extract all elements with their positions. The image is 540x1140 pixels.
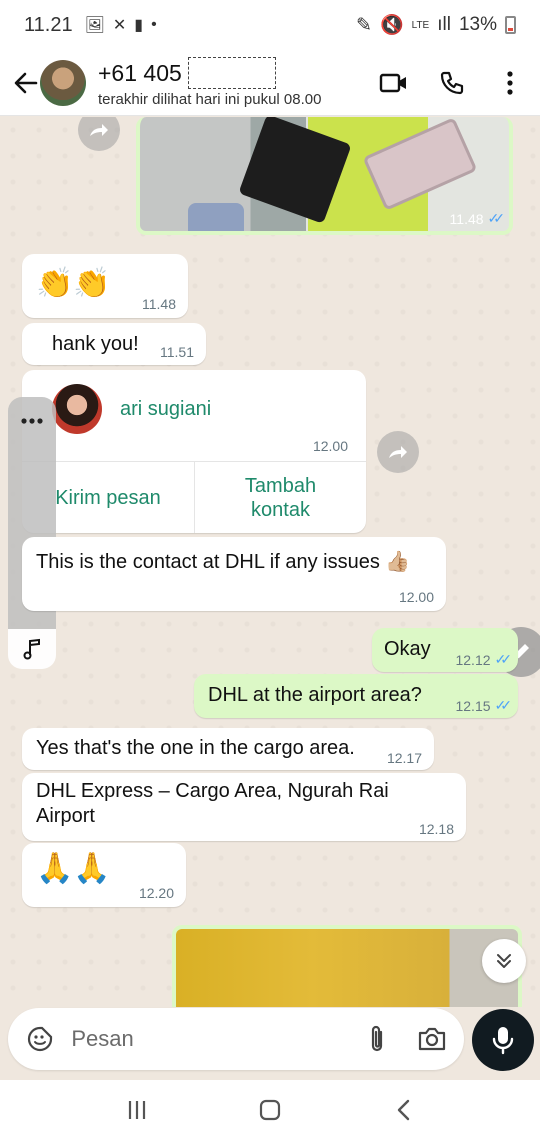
- message-time: 11.48: [142, 296, 176, 312]
- message-text: DHL at the airport area?: [208, 684, 422, 706]
- gallery-icon: 🖼: [84, 17, 105, 34]
- message-time: 11.48: [449, 210, 484, 227]
- message-bubble[interactable]: DHL at the airport area? 12.15 ✓✓: [194, 674, 518, 718]
- contact-name: +61 405: [98, 59, 182, 86]
- mic-icon[interactable]: [472, 1009, 534, 1071]
- avatar[interactable]: [40, 59, 86, 106]
- signal-icon: ıll: [437, 14, 451, 35]
- message-bubble[interactable]: 👏👏 11.48: [22, 254, 188, 318]
- read-ticks-icon: ✓✓: [494, 651, 513, 667]
- message-input-bar: [8, 1008, 464, 1070]
- message-meta: 12.20: [139, 885, 174, 901]
- message-text: Okay: [384, 638, 431, 660]
- message-text: This is the contact at DHL if any issues…: [36, 551, 411, 573]
- message-input[interactable]: [71, 1026, 360, 1052]
- camera-icon[interactable]: [415, 1021, 450, 1057]
- status-bar: 11.21 🖼 ✕ ▮ • ✎ 🔇 LTE ıll 13%: [0, 0, 540, 50]
- message-time: 12.20: [138, 885, 174, 901]
- more-options-icon[interactable]: [8, 397, 56, 427]
- message-time: 12.12: [455, 651, 491, 668]
- message-text: 🙏🙏: [36, 852, 111, 885]
- message-text: hank you!: [52, 333, 139, 355]
- message-bubble[interactable]: Yes that's the one in the cargo area. 12…: [22, 728, 434, 770]
- chat-area[interactable]: 11.48 ✓✓ 👏👏 11.48 hank you! 11.51 ari su…: [0, 117, 540, 1007]
- message-image[interactable]: 11.48 ✓✓: [136, 117, 513, 235]
- forward-icon[interactable]: [78, 117, 120, 151]
- message-meta: 11.48 ✓✓: [449, 210, 506, 227]
- mute-icon: 🔇: [379, 15, 404, 36]
- recent-apps-icon[interactable]: [113, 1086, 161, 1134]
- back-icon[interactable]: [379, 1086, 427, 1134]
- chat-header: +61 405 terakhir dilihat hari ini pukul …: [0, 50, 540, 116]
- message-meta: 12.00: [399, 589, 434, 605]
- sim-alert-icon: ▮: [134, 17, 144, 34]
- scroll-down-icon[interactable]: [482, 939, 526, 983]
- message-time: 12.00: [398, 589, 434, 605]
- message-time: 12.15: [455, 697, 491, 714]
- status-time: 11.21: [24, 13, 73, 36]
- video-call-icon[interactable]: [372, 61, 416, 105]
- attach-icon[interactable]: [359, 1021, 394, 1057]
- message-image[interactable]: [172, 925, 522, 1007]
- message-meta: 11.48: [142, 296, 176, 312]
- music-note-icon[interactable]: [8, 629, 56, 669]
- message-time: 12.17: [386, 750, 422, 766]
- contact-info[interactable]: +61 405 terakhir dilihat hari ini pukul …: [98, 57, 372, 108]
- message-bubble[interactable]: hank you! 11.51: [22, 323, 206, 365]
- read-ticks-icon: ✓✓: [487, 210, 506, 226]
- more-options-icon[interactable]: [488, 61, 532, 105]
- message-meta: 12.18: [419, 821, 454, 837]
- message-text: Yes that's the one in the cargo area.: [36, 737, 355, 759]
- message-text: 👏👏: [36, 267, 111, 300]
- phone-call-icon[interactable]: [430, 61, 474, 105]
- message-bubble[interactable]: Okay 12.12 ✓✓: [372, 628, 518, 672]
- lte-icon: LTE: [411, 19, 430, 31]
- system-nav-bar: [0, 1080, 540, 1140]
- message-meta: 12.00: [313, 438, 348, 454]
- message-bubble[interactable]: This is the contact at DHL if any issues…: [22, 537, 446, 611]
- message-time: 12.00: [312, 438, 348, 454]
- photo-chair: [188, 203, 244, 231]
- forward-icon[interactable]: [377, 431, 419, 473]
- message-meta: 12.17: [387, 750, 422, 766]
- message-text: DHL Express – Cargo Area, Ngurah Rai Air…: [36, 780, 389, 827]
- message-time: 12.18: [418, 821, 454, 837]
- contact-card-name: ari sugiani: [120, 398, 212, 420]
- message-time: 11.51: [160, 344, 194, 360]
- home-icon[interactable]: [246, 1086, 294, 1134]
- redacted-box: [187, 57, 276, 89]
- message-bubble[interactable]: DHL Express – Cargo Area, Ngurah Rai Air…: [22, 773, 466, 841]
- dot-icon: •: [151, 16, 157, 33]
- pen-icon: ✎: [356, 14, 372, 36]
- message-meta: 12.12 ✓✓: [455, 651, 513, 668]
- missed-call-icon: ✕: [112, 17, 127, 34]
- battery-icon: [505, 16, 516, 34]
- message-meta: 11.51: [160, 344, 194, 360]
- add-contact-button[interactable]: Tambah kontak: [195, 462, 366, 533]
- contact-avatar: [52, 384, 102, 434]
- message-bubble[interactable]: 🙏🙏 12.20: [22, 843, 186, 907]
- contact-card[interactable]: ari sugiani 12.00 Kirim pesan Tambah kon…: [22, 370, 366, 533]
- read-ticks-icon: ✓✓: [494, 697, 513, 713]
- message-meta: 12.15 ✓✓: [455, 697, 513, 714]
- battery-percent: 13%: [458, 14, 497, 35]
- emoji-sticker-icon[interactable]: [22, 1021, 57, 1057]
- last-seen-status: terakhir dilihat hari ini pukul 08.00: [98, 91, 322, 108]
